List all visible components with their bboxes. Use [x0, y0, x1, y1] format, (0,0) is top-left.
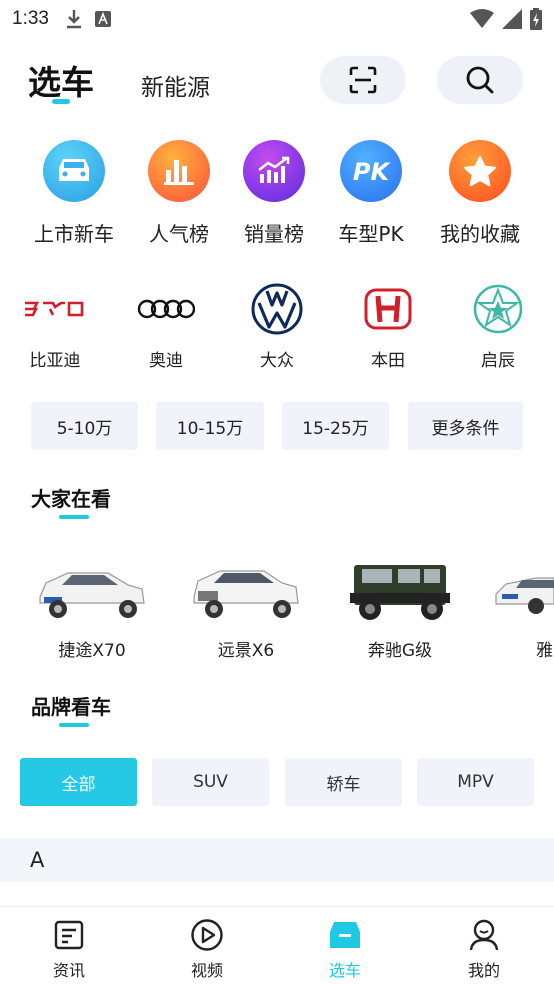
video-play-icon [167, 917, 247, 953]
brand-volkswagen[interactable]: 大众 [227, 282, 327, 371]
honda-logo-icon [338, 282, 438, 336]
brand-label: 本田 [371, 351, 405, 371]
car-label: 远景X6 [217, 641, 275, 660]
popular-section-title: 大家在看 [31, 487, 111, 511]
nav-news[interactable]: 资讯 [29, 917, 109, 981]
quick-entry-new-cars[interactable]: 上市新车 [19, 140, 129, 247]
brand-honda[interactable]: 本田 [338, 282, 438, 371]
tab-select-car[interactable]: 选车 [28, 56, 94, 104]
quick-entry-popularity[interactable]: 人气榜 [124, 140, 234, 247]
search-button[interactable] [437, 56, 523, 104]
price-filter-10-15[interactable]: 10-15万 [156, 402, 264, 450]
quick-entry-label: 上市新车 [34, 222, 114, 246]
scan-button[interactable] [320, 56, 406, 104]
type-filter-sedan[interactable]: 轿车 [285, 758, 402, 806]
car-image [335, 550, 465, 626]
signal-icon [502, 9, 522, 29]
brand-label: 比亚迪 [29, 351, 81, 371]
type-filter-mpv[interactable]: MPV [417, 758, 534, 806]
profile-icon [444, 917, 524, 953]
quick-entry-favorites[interactable]: 我的收藏 [425, 140, 535, 247]
car-type-filters: 全部 SUV 轿车 MPV [0, 758, 554, 806]
nav-label: 我的 [467, 961, 500, 980]
car-image [492, 550, 554, 626]
new-car-icon [43, 140, 105, 202]
nav-profile[interactable]: 我的 [444, 917, 524, 981]
brand-audi[interactable]: 奥迪 [116, 282, 216, 371]
news-icon [29, 917, 109, 953]
quick-entries: 上市新车 人气榜 销量榜 PK 车型PK 我的收藏 [0, 140, 554, 250]
star-icon [449, 140, 511, 202]
brand-row: 比亚迪 奥迪 大众 本田 启辰 [0, 282, 554, 372]
brand-label: 启辰 [481, 351, 515, 371]
pk-icon: PK [340, 140, 402, 202]
font-icon [94, 11, 111, 27]
brand-section-title: 品牌看车 [31, 695, 111, 719]
bottom-nav: 资讯 视频 选车 我的 [0, 906, 554, 984]
quick-entry-pk[interactable]: PK 车型PK [316, 140, 426, 247]
quick-entry-sales[interactable]: 销量榜 [219, 140, 329, 247]
letter-index-header: A [0, 838, 554, 882]
nav-select-car[interactable]: 选车 [305, 917, 385, 981]
audi-logo-icon [116, 282, 216, 336]
popular-car-item[interactable]: 雅 [492, 550, 554, 660]
price-filter-15-25[interactable]: 15-25万 [282, 402, 389, 450]
nav-label: 视频 [190, 961, 223, 980]
status-bar: 1:33 [0, 0, 554, 38]
letter-index: A [30, 848, 45, 872]
wifi-icon [470, 9, 494, 28]
status-time: 1:33 [12, 8, 49, 29]
byd-logo-icon [5, 282, 105, 336]
download-icon [66, 10, 81, 29]
popular-car-item[interactable]: 捷途X70 [27, 550, 157, 660]
nav-label: 资讯 [52, 961, 85, 980]
volkswagen-logo-icon [227, 282, 327, 336]
scan-icon [349, 66, 377, 94]
car-label: 奔驰G级 [367, 641, 433, 660]
tab-new-energy[interactable]: 新能源 [141, 68, 210, 102]
search-icon [466, 66, 494, 94]
popular-cars: 捷途X70 远景X6 奔驰G级 雅 [0, 550, 554, 660]
price-filter-5-10[interactable]: 5-10万 [31, 402, 138, 450]
venucia-logo-icon [448, 282, 548, 336]
popularity-chart-icon [148, 140, 210, 202]
car-label: 捷途X70 [58, 641, 126, 660]
quick-entry-label: 我的收藏 [440, 222, 520, 246]
sales-trend-icon [243, 140, 305, 202]
quick-entry-label: 销量榜 [244, 222, 304, 246]
car-select-icon [305, 917, 385, 953]
more-conditions-button[interactable]: 更多条件 [408, 402, 523, 450]
type-filter-suv[interactable]: SUV [152, 758, 269, 806]
quick-entry-label: 人气榜 [149, 222, 209, 246]
brand-venucia[interactable]: 启辰 [448, 282, 548, 371]
tab-active-indicator [52, 99, 70, 104]
car-label: 雅 [536, 641, 553, 660]
section-underline [59, 515, 89, 519]
nav-video[interactable]: 视频 [167, 917, 247, 981]
quick-entry-label: 车型PK [338, 222, 404, 246]
car-image [27, 550, 157, 626]
svg-text:PK: PK [353, 158, 392, 186]
top-tabs: 选车 新能源 [0, 50, 554, 110]
brand-byd[interactable]: 比亚迪 [5, 282, 105, 371]
nav-label: 选车 [328, 961, 361, 980]
popular-car-item[interactable]: 远景X6 [181, 550, 311, 660]
car-image [181, 550, 311, 626]
price-filters: 5-10万 10-15万 15-25万 更多条件 [0, 402, 554, 450]
popular-car-item[interactable]: 奔驰G级 [335, 550, 465, 660]
battery-icon [530, 8, 542, 30]
section-underline [59, 723, 89, 727]
type-filter-all[interactable]: 全部 [20, 758, 137, 806]
brand-label: 奥迪 [149, 351, 183, 371]
brand-label: 大众 [260, 351, 294, 371]
